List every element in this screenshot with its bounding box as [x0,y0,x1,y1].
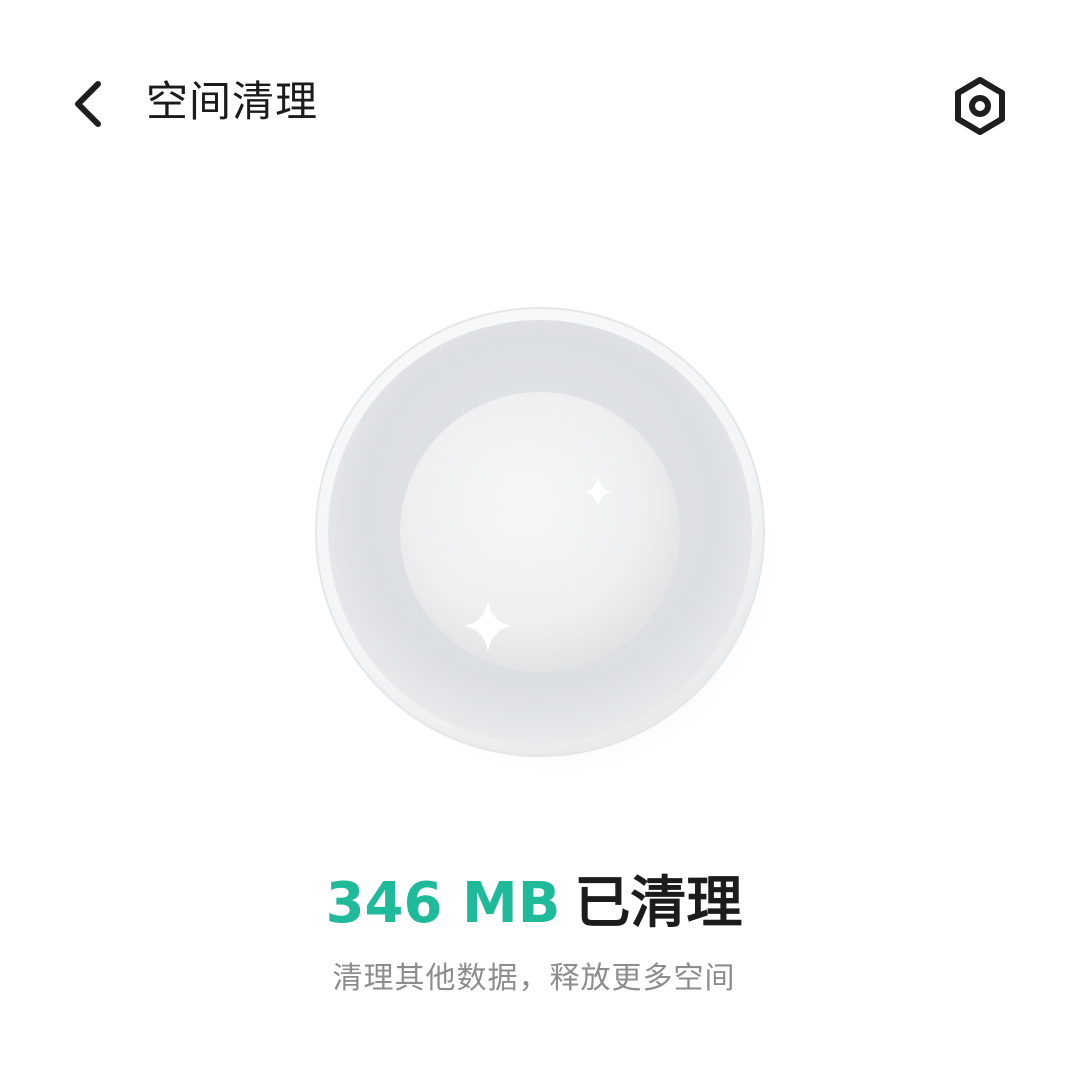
chevron-left-icon [75,81,101,127]
cleaned-result: 346 MB 已清理 [0,866,1068,942]
bowl-graphic [315,307,780,780]
top-bar: 空间清理 [0,52,1068,156]
page-title: 空间清理 [146,77,319,126]
space-cleanup-screen: 空间清理 346 MB 已清理 清理其他数据，释放更多空间 [0,0,1068,1092]
cleaned-amount: 346 MB [325,871,561,936]
settings-hex-icon [955,77,1005,135]
back-button[interactable] [58,76,118,132]
cleanup-bowl-illustration [300,296,780,780]
hint-text: 清理其他数据，释放更多空间 [332,961,736,996]
settings-button[interactable] [946,74,1014,138]
cleaned-label: 已清理 [574,871,743,936]
